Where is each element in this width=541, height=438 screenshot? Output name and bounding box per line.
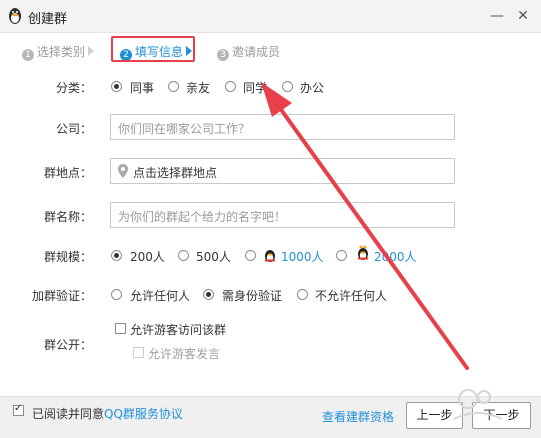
category-option-label: 办公 (300, 81, 325, 95)
allow-speak-checkbox[interactable] (133, 347, 144, 358)
category-option-label: 同学 (243, 81, 268, 95)
verify-label: 加群验证： (31, 289, 92, 303)
close-button[interactable]: ✕ (513, 6, 533, 26)
verify-radio-anyone[interactable] (111, 289, 122, 300)
location-placeholder: 点击选择群地点 (133, 166, 218, 180)
step-number: 1 (22, 49, 34, 61)
step-invite-members: 3 邀请成员 (217, 44, 281, 61)
group-name-label: 群名称： (43, 210, 92, 224)
agree-checkbox[interactable] (13, 403, 24, 416)
qq-crown-penguin-icon (358, 245, 368, 260)
service-agreement-link[interactable]: QQ群服务协议 (104, 405, 183, 422)
category-radio-classmate[interactable] (225, 81, 236, 92)
watermark-logo (453, 389, 503, 420)
category-radio-family[interactable] (168, 81, 179, 92)
window-title: 创建群 (28, 12, 68, 27)
step-select-category: 1 选择类别 (22, 44, 95, 61)
size-radio-200[interactable] (111, 250, 122, 261)
minimize-button[interactable]: — (487, 6, 507, 26)
verify-option-label: 允许任何人 (130, 289, 191, 303)
verify-option-label: 需身份验证 (222, 289, 283, 303)
company-label: 公司： (55, 122, 92, 136)
verify-radio-identity[interactable] (203, 289, 214, 300)
size-option-label: 200人 (130, 250, 165, 264)
agree-text: 已阅读并同意 (32, 407, 105, 421)
allow-visit-label: 允许游客访问该群 (130, 323, 227, 337)
allow-speak-label: 允许游客发言 (148, 347, 221, 361)
qq-crown-penguin-icon (265, 250, 275, 262)
step-label: 邀请成员 (232, 45, 281, 59)
annotation-highlight-box (111, 36, 195, 62)
size-radio-500[interactable] (178, 250, 189, 261)
step-label: 选择类别 (37, 45, 86, 59)
category-option-label: 同事 (130, 81, 155, 95)
size-radio-2000[interactable] (336, 250, 347, 261)
size-option-label: 500人 (196, 250, 231, 264)
verify-radio-nobody[interactable] (297, 289, 308, 300)
size-label: 群规模： (43, 250, 92, 264)
group-name-input[interactable]: 为你们的群起个给力的名字吧！ (110, 202, 455, 228)
category-label: 分类： (55, 81, 92, 95)
location-label: 群地点： (43, 166, 92, 180)
size-option-label: 2000人 (374, 250, 417, 264)
category-radio-colleague[interactable] (111, 81, 122, 92)
size-option-label: 1000人 (281, 250, 324, 264)
step-number: 3 (217, 49, 229, 61)
size-radio-1000[interactable] (245, 250, 256, 261)
verify-option-label: 不允许任何人 (315, 289, 388, 303)
group-name-placeholder: 为你们的群起个给力的名字吧！ (118, 210, 287, 224)
company-placeholder: 你们同在哪家公司工作？ (118, 122, 251, 136)
step-arrow-icon (88, 46, 95, 56)
map-pin-icon (118, 164, 128, 178)
qq-penguin-icon (9, 8, 21, 24)
category-radio-office[interactable] (282, 81, 293, 92)
category-option-label: 亲友 (186, 81, 211, 95)
title-bar: 创建群 — ✕ (0, 0, 541, 33)
allow-visit-checkbox[interactable] (115, 323, 126, 334)
company-input[interactable]: 你们同在哪家公司工作？ (110, 114, 455, 140)
qualification-link[interactable]: 查看建群资格 (322, 408, 394, 425)
public-label: 群公开： (43, 338, 92, 352)
location-input[interactable]: 点击选择群地点 (110, 158, 455, 184)
